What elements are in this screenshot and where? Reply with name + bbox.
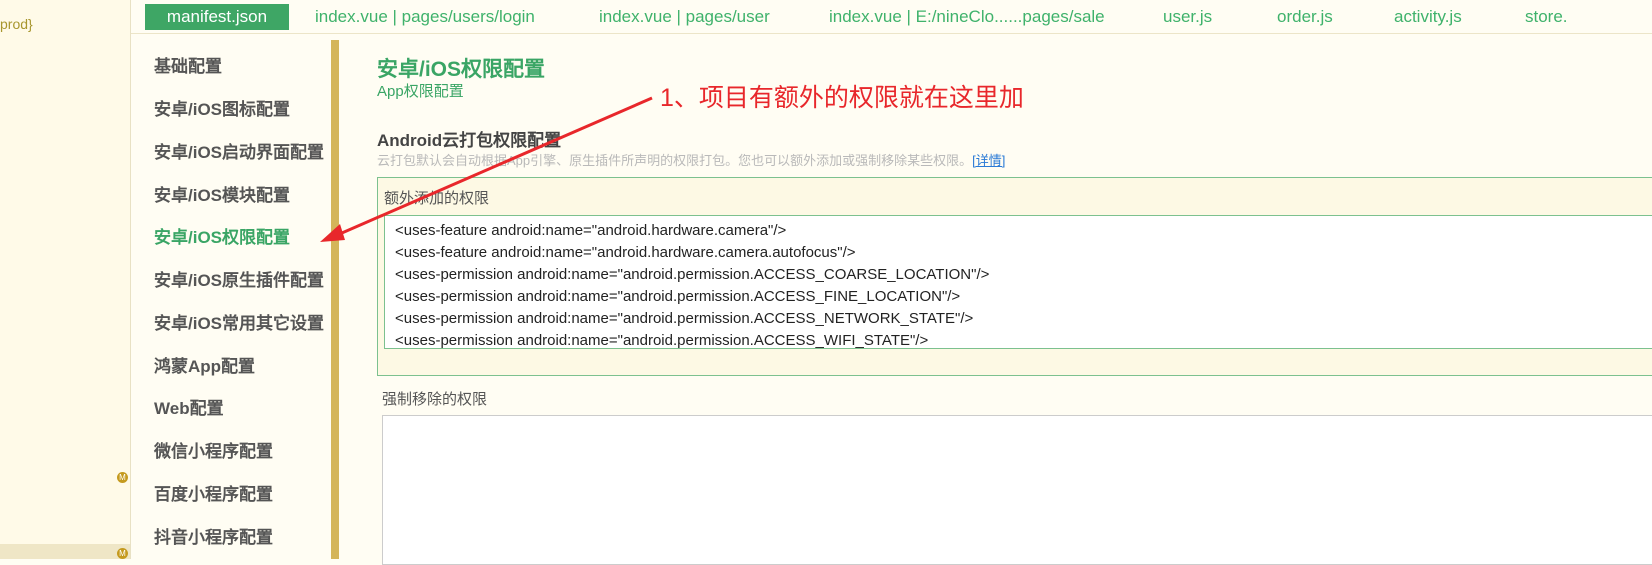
tab-manifest-json[interactable]: manifest.json	[145, 4, 289, 30]
remove-permissions-label: 强制移除的权限	[382, 391, 488, 408]
section-title: Android云打包权限配置	[377, 131, 562, 150]
sidebar-item-other-settings[interactable]: 安卓/iOS常用其它设置	[154, 309, 324, 334]
sidebar-rail	[331, 40, 339, 559]
section-description: 云打包默认会自动根据App引擎、原生插件所声明的权限打包。您也可以额外添加或强制…	[377, 150, 1005, 169]
tab-user-vue[interactable]: index.vue | pages/user	[599, 4, 770, 30]
sidebar-item-harmony[interactable]: 鸿蒙App配置	[154, 352, 255, 377]
extra-permissions-textarea[interactable]: <uses-feature android:name="android.hard…	[384, 215, 1652, 349]
extra-permissions-label: 额外添加的权限	[384, 190, 490, 207]
details-link[interactable]: [详情]	[972, 153, 1005, 168]
tab-sale-vue[interactable]: index.vue | E:/nineClo......pages/sale	[829, 4, 1105, 30]
tab-user-js[interactable]: user.js	[1163, 4, 1212, 30]
remove-permissions-textarea[interactable]	[382, 415, 1652, 565]
tab-login-vue[interactable]: index.vue | pages/users/login	[315, 4, 535, 30]
sidebar-item-permissions[interactable]: 安卓/iOS权限配置	[154, 223, 290, 248]
sidebar-item-wechat[interactable]: 微信小程序配置	[154, 437, 273, 462]
sidebar-item-modules[interactable]: 安卓/iOS模块配置	[154, 181, 290, 206]
extra-permissions-group: 额外添加的权限 <uses-feature android:name="andr…	[377, 177, 1652, 376]
sidebar-item-web[interactable]: Web配置	[154, 394, 224, 419]
file-tree-panel: prod} M M	[0, 0, 131, 559]
file-tree-selected-row[interactable]: M	[0, 544, 130, 559]
tab-store-js[interactable]: store.	[1525, 4, 1568, 30]
page-subtitle: App权限配置	[377, 83, 464, 100]
sidebar-item-splash[interactable]: 安卓/iOS启动界面配置	[154, 138, 324, 163]
tab-order-js[interactable]: order.js	[1277, 4, 1333, 30]
editor-tab-bar: manifest.json index.vue | pages/users/lo…	[131, 0, 1652, 34]
modified-badge: M	[117, 548, 128, 559]
annotation-text: 1、项目有额外的权限就在这里加	[660, 84, 1024, 112]
sidebar-item-native-plugins[interactable]: 安卓/iOS原生插件配置	[154, 266, 324, 291]
modified-badge: M	[117, 472, 128, 483]
sidebar-item-basic[interactable]: 基础配置	[154, 52, 222, 77]
tab-activity-js[interactable]: activity.js	[1394, 4, 1462, 30]
sidebar-item-douyin[interactable]: 抖音小程序配置	[154, 523, 273, 548]
config-sidebar: 基础配置 安卓/iOS图标配置 安卓/iOS启动界面配置 安卓/iOS模块配置 …	[131, 34, 331, 559]
permissions-content: 安卓/iOS权限配置 App权限配置 1、项目有额外的权限就在这里加 Andro…	[340, 34, 1652, 565]
file-tree-item[interactable]: prod}	[0, 16, 33, 32]
section-description-text: 云打包默认会自动根据App引擎、原生插件所声明的权限打包。您也可以额外添加或强制…	[377, 153, 973, 168]
page-title: 安卓/iOS权限配置	[377, 58, 546, 81]
sidebar-item-baidu[interactable]: 百度小程序配置	[154, 480, 273, 505]
sidebar-item-icon[interactable]: 安卓/iOS图标配置	[154, 95, 290, 120]
